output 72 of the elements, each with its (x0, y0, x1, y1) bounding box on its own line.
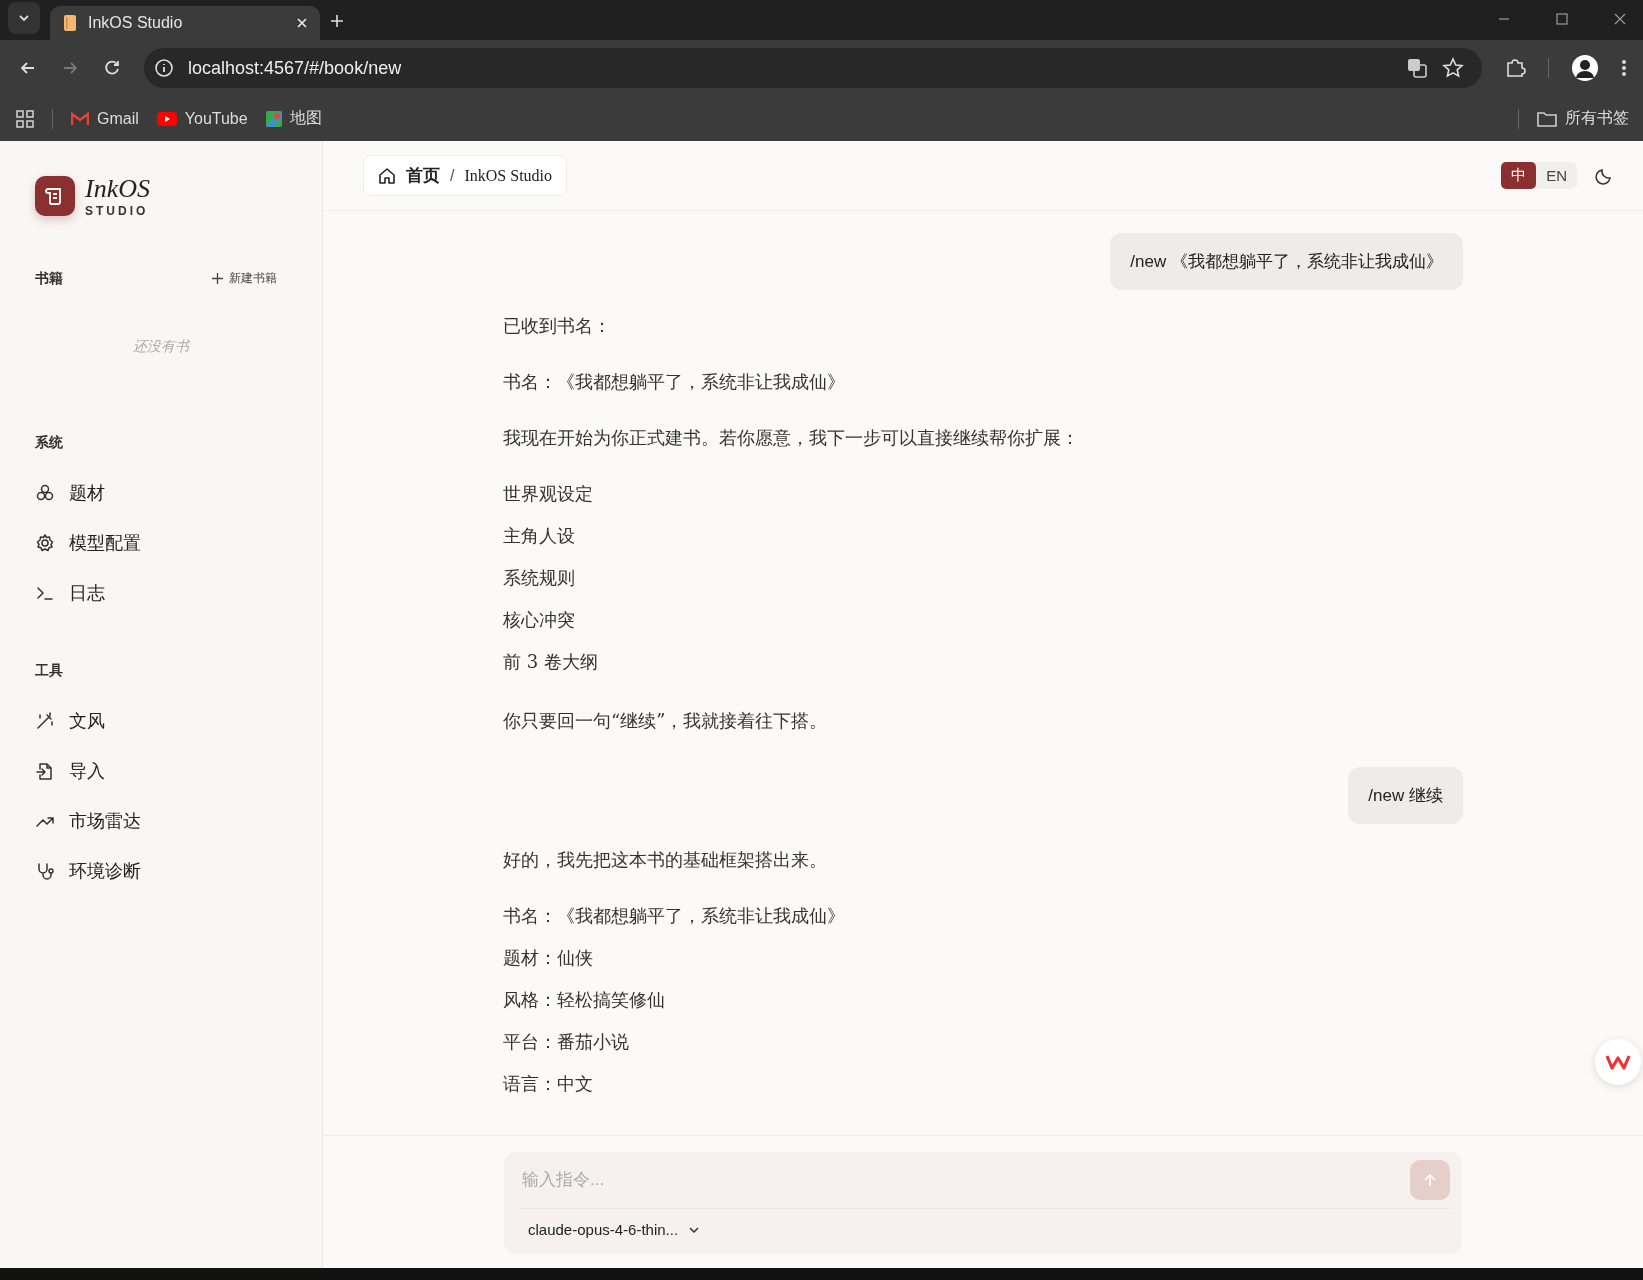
model-select[interactable]: claude-opus-4-6-thin... (520, 1209, 709, 1246)
section-title: 系统 (35, 433, 64, 452)
nav-item[interactable]: 导入 (35, 745, 287, 796)
command-input[interactable]: 输入指令... (520, 1169, 1410, 1191)
user-message: /new 继续 (1348, 767, 1463, 824)
message-text: 你只要回一句“继续”，我就接着往下搭。 (503, 709, 829, 733)
tab-title: InkOS Studio (88, 14, 184, 32)
breadcrumb-link[interactable]: 首页 (406, 164, 440, 187)
puzzle-icon[interactable] (1504, 57, 1526, 79)
user-message: /new 《我都想躺平了，系统非让我成仙》 (1110, 233, 1463, 290)
message-text: 已收到书名： (503, 314, 612, 338)
message-line: 核心冲突 (503, 608, 576, 632)
message-line: 世界观设定 (503, 482, 594, 506)
message-line: 主角人设 (503, 524, 576, 548)
file-import-icon (35, 760, 55, 781)
bookmark[interactable]: YouTube (156, 109, 248, 128)
translate-icon[interactable] (1406, 57, 1428, 79)
nav-item[interactable]: 文风 (35, 695, 287, 746)
bookmark[interactable]: Gmail (71, 109, 139, 128)
breadcrumb-current: InkOS Studio (464, 166, 553, 185)
arrow-up-icon (1423, 1173, 1437, 1187)
section-title: 工具 (35, 661, 64, 680)
folder-icon (1537, 110, 1557, 127)
moon-icon[interactable] (1595, 166, 1613, 185)
message-text: 我现在开始为你正式建书。若你愿意，我下一步可以直接继续帮你扩展： (503, 426, 1080, 450)
brand-name: InkOS (85, 175, 150, 204)
floating-app-button[interactable] (1595, 1039, 1641, 1085)
nav-item[interactable]: 环境诊断 (35, 845, 287, 896)
new-tab-icon[interactable] (330, 14, 344, 28)
message-text: 好的，我先把这本书的基础框架搭出来。 (503, 848, 828, 872)
map-icon (265, 110, 282, 127)
info-icon[interactable] (154, 58, 174, 78)
address-bar[interactable]: localhost:4567/#/book/new (144, 48, 1482, 88)
message-line: 前 3 卷大纲 (503, 650, 599, 674)
message-line: 平台：番茄小说 (503, 1030, 630, 1054)
nav-item[interactable]: 日志 (35, 567, 287, 618)
message-line: 风格：轻松搞笑修仙 (503, 988, 666, 1012)
all-bookmarks-button[interactable]: 所有书签 (1537, 108, 1629, 129)
brand-subtitle: STUDIO (85, 203, 150, 218)
tab-search-button[interactable] (8, 2, 40, 34)
settings-icon (35, 532, 55, 553)
message-line: 系统规则 (503, 566, 576, 590)
message-line: 书名：《我都想躺平了，系统非让我成仙》 (503, 904, 846, 928)
plus-icon (212, 273, 223, 285)
nav-item[interactable]: 市场雷达 (35, 795, 287, 846)
mail-icon (71, 111, 89, 126)
avatar-icon[interactable] (1571, 54, 1599, 82)
menu-icon[interactable] (1621, 58, 1627, 78)
cubes-icon (35, 482, 55, 503)
message-line: 语言：中文 (503, 1072, 594, 1096)
empty-text: 还没有书 (132, 337, 191, 356)
stethoscope-icon (35, 860, 55, 881)
browser-tab[interactable]: InkOS Studio (50, 6, 320, 40)
logo-icon (1605, 1053, 1631, 1071)
maximize-icon[interactable] (1555, 12, 1569, 26)
breadcrumb-separator: / (450, 166, 455, 185)
nav-item[interactable]: 题材 (35, 467, 287, 518)
message-line: 题材：仙侠 (503, 946, 594, 970)
play-icon (156, 111, 177, 126)
url-text: localhost:4567/#/book/new (188, 57, 402, 79)
new-book-button[interactable]: 新建书籍 (212, 270, 277, 288)
language-toggle[interactable]: 中 (1501, 162, 1537, 189)
close-icon[interactable] (1613, 12, 1627, 26)
nav-item[interactable]: 模型配置 (35, 517, 287, 568)
home-icon[interactable] (378, 166, 396, 185)
wand-icon (35, 710, 55, 731)
language-toggle[interactable]: EN (1536, 162, 1577, 189)
apps-icon[interactable] (16, 109, 34, 128)
star-icon[interactable] (1442, 57, 1464, 79)
message-text: 书名：《我都想躺平了，系统非让我成仙》 (503, 370, 846, 394)
section-title: 书籍 (35, 269, 63, 288)
bookmark[interactable]: 地图 (265, 108, 322, 129)
